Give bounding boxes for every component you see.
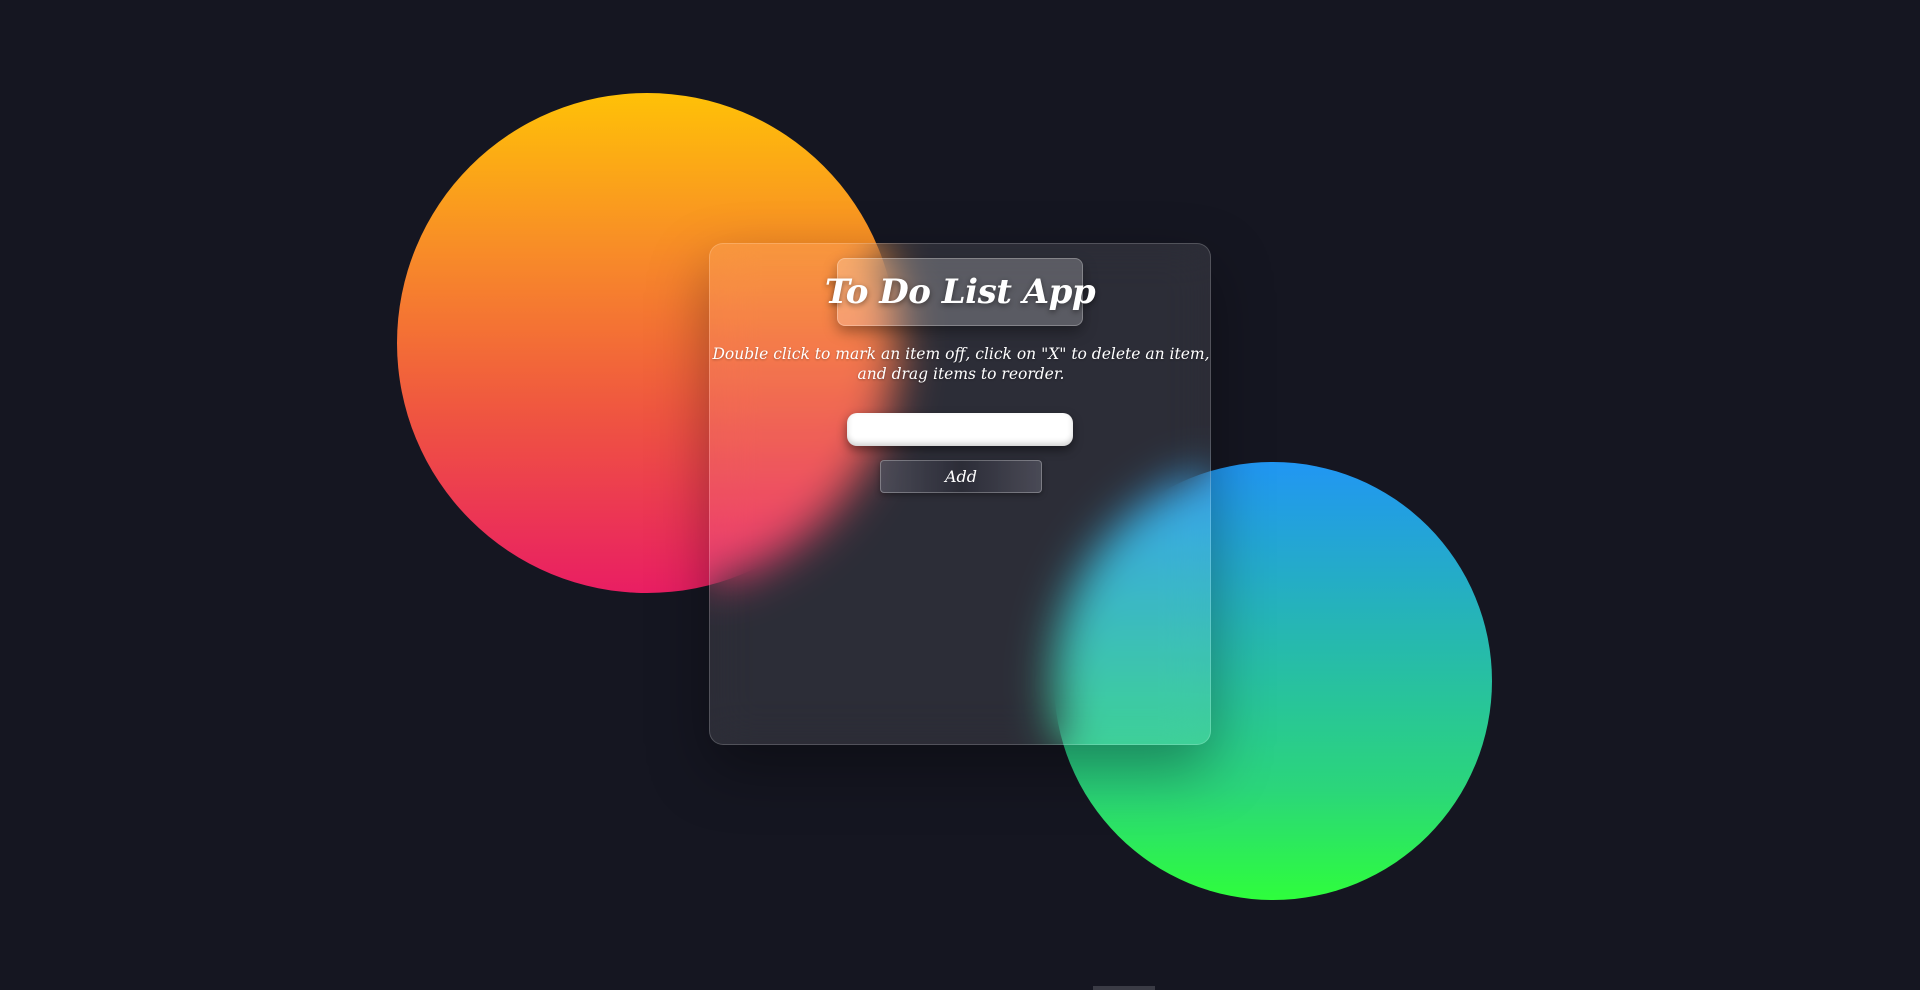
title-badge: To Do List App: [825, 258, 1096, 326]
page-title: To Do List App: [824, 272, 1096, 312]
instructions-text: Double click to mark an item off, click …: [712, 345, 1210, 383]
page-background: To Do List App Double click to mark an i…: [0, 0, 1920, 990]
todo-app-card: To Do List App Double click to mark an i…: [709, 243, 1211, 745]
add-button[interactable]: Add: [880, 460, 1042, 493]
todo-input[interactable]: [847, 413, 1073, 446]
bottom-edge-marker: [1093, 986, 1155, 990]
